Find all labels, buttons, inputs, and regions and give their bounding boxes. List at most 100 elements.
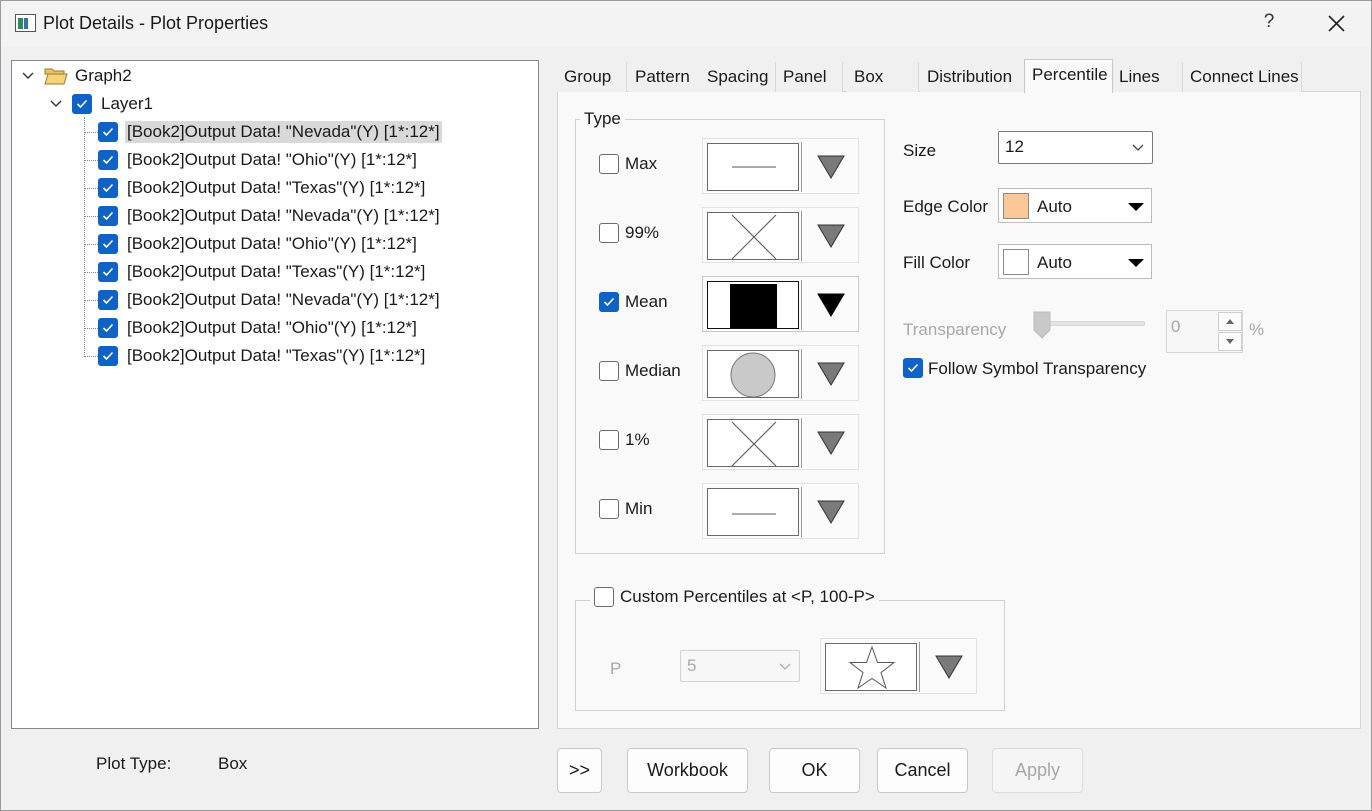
help-button[interactable]: ?: [1259, 11, 1279, 33]
p1-checkbox[interactable]: [599, 430, 619, 450]
mean-label: Mean: [625, 292, 668, 311]
tree-item-checkbox[interactable]: [98, 178, 118, 198]
follow-symbol-checkbox[interactable]: [903, 358, 923, 378]
tree-item[interactable]: [Book2]Output Data! "Ohio"(Y) [1*:12*]: [98, 231, 419, 257]
dropdown-arrow-icon: [817, 431, 845, 455]
chevron-down-icon[interactable]: [20, 68, 36, 84]
tree-item-label: [Book2]Output Data! "Texas"(Y) [1*:12*]: [127, 262, 426, 281]
transparency-unit: %: [1249, 320, 1265, 339]
mean-checkbox[interactable]: [599, 292, 619, 312]
max-checkbox[interactable]: [599, 154, 619, 174]
min-symbol-button[interactable]: [702, 483, 859, 539]
transparency-label: Transparency: [903, 320, 1007, 339]
checkmark-icon: [907, 363, 919, 373]
tree-item[interactable]: [Book2]Output Data! "Texas"(Y) [1*:12*]: [98, 175, 427, 201]
edge-color-label: Edge Color: [903, 197, 989, 216]
apply-button[interactable]: Apply: [992, 748, 1083, 793]
custom-percentiles-checkbox[interactable]: [594, 587, 614, 607]
tree-node-layer[interactable]: Layer1: [48, 91, 155, 117]
x-cross-symbol-icon: [707, 419, 799, 467]
spin-up-button[interactable]: [1218, 312, 1242, 331]
transparency-spinbox[interactable]: 0: [1166, 310, 1243, 353]
cancel-button[interactable]: Cancel: [877, 748, 968, 793]
arrow-down-icon: [1226, 339, 1234, 344]
tab-group[interactable]: Group: [557, 62, 627, 92]
fill-color-swatch: [1003, 249, 1029, 275]
tree-item-checkbox[interactable]: [98, 290, 118, 310]
tree-item-label: [Book2]Output Data! "Texas"(Y) [1*:12*]: [127, 178, 426, 197]
tree-item[interactable]: [Book2]Output Data! "Texas"(Y) [1*:12*]: [98, 343, 427, 369]
fill-color-value: Auto: [1037, 253, 1072, 272]
dropdown-arrow-icon: [817, 293, 845, 317]
p1-symbol-button[interactable]: [702, 414, 859, 470]
tree-item-label: [Book2]Output Data! "Nevada"(Y) [1*:12*]: [125, 121, 442, 143]
chevron-down-icon[interactable]: [48, 96, 64, 112]
tree-item[interactable]: [Book2]Output Data! "Nevada"(Y) [1*:12*]: [98, 203, 442, 229]
tree-item-label: [Book2]Output Data! "Nevada"(Y) [1*:12*]: [127, 206, 440, 225]
custom-percentiles-header: Custom Percentiles at <P, 100-P>: [590, 587, 879, 607]
transparency-slider-thumb[interactable]: [1033, 311, 1051, 339]
checkmark-icon: [102, 155, 114, 165]
tab-connect-lines[interactable]: Connect Lines: [1183, 62, 1302, 92]
tab-panel[interactable]: Panel: [776, 62, 843, 92]
circle-symbol-icon: [707, 350, 799, 398]
tab-spacing[interactable]: Spacing: [700, 62, 776, 92]
fill-color-picker[interactable]: Auto: [998, 244, 1152, 279]
tree-item-label: [Book2]Output Data! "Ohio"(Y) [1*:12*]: [127, 318, 417, 337]
p-combo[interactable]: 5: [680, 650, 800, 682]
dropdown-arrow-icon: [817, 500, 845, 524]
tree-item-checkbox[interactable]: [98, 346, 118, 366]
type-row-median: Median: [599, 345, 861, 401]
tab-percentile[interactable]: Percentile: [1024, 59, 1113, 93]
p99-checkbox[interactable]: [599, 223, 619, 243]
max-symbol-button[interactable]: [702, 138, 859, 194]
transparency-slider-track[interactable]: [1041, 321, 1145, 326]
tree-item-checkbox[interactable]: [98, 206, 118, 226]
tree-item-checkbox[interactable]: [98, 234, 118, 254]
plot-details-dialog: Plot Details - Plot Properties ? Graph2 …: [0, 0, 1372, 811]
edge-color-picker[interactable]: Auto: [998, 188, 1152, 223]
checkmark-icon: [102, 295, 114, 305]
mean-symbol-button[interactable]: [702, 276, 859, 332]
tab-pattern[interactable]: Pattern: [628, 62, 701, 92]
custom-symbol-button[interactable]: [820, 638, 977, 694]
p99-symbol-button[interactable]: [702, 207, 859, 263]
tab-lines[interactable]: Lines: [1112, 62, 1183, 92]
plot-tree[interactable]: Graph2 Layer1 [Book2]Output Data! "Nevad…: [11, 60, 539, 729]
app-icon: [15, 14, 36, 32]
checkmark-icon: [102, 127, 114, 137]
plot-type-label: Plot Type:: [96, 754, 172, 773]
size-combo[interactable]: 12: [998, 131, 1153, 164]
tree-item-checkbox[interactable]: [98, 262, 118, 282]
window-title: Plot Details - Plot Properties: [43, 13, 269, 33]
layer-checkbox[interactable]: [72, 94, 92, 114]
median-symbol-button[interactable]: [702, 345, 859, 401]
checkmark-icon: [102, 239, 114, 249]
tab-box[interactable]: Box: [847, 62, 919, 92]
tree-item-checkbox[interactable]: [98, 150, 118, 170]
median-checkbox[interactable]: [599, 361, 619, 381]
expand-button[interactable]: >>: [557, 748, 602, 793]
tree-item-checkbox[interactable]: [98, 122, 118, 142]
plot-type-value: Box: [218, 754, 248, 773]
checkmark-icon: [76, 99, 88, 109]
tree-item[interactable]: [Book2]Output Data! "Nevada"(Y) [1*:12*]: [98, 119, 442, 145]
x-cross-symbol-icon: [707, 212, 799, 260]
tree-item[interactable]: [Book2]Output Data! "Ohio"(Y) [1*:12*]: [98, 315, 419, 341]
filled-square-symbol-icon: [707, 281, 799, 329]
tab-distribution[interactable]: Distribution: [920, 62, 1025, 92]
workbook-button[interactable]: Workbook: [627, 748, 748, 793]
median-label: Median: [625, 361, 681, 380]
p1-label: 1%: [625, 430, 650, 449]
tree-item[interactable]: [Book2]Output Data! "Nevada"(Y) [1*:12*]: [98, 287, 442, 313]
dropdown-arrow-icon: [817, 155, 845, 179]
tree-node-graph[interactable]: Graph2: [20, 63, 134, 89]
spin-down-button[interactable]: [1218, 332, 1242, 351]
tree-item[interactable]: [Book2]Output Data! "Ohio"(Y) [1*:12*]: [98, 147, 419, 173]
close-button[interactable]: [1323, 7, 1351, 39]
p99-label: 99%: [625, 223, 660, 242]
tree-item-checkbox[interactable]: [98, 318, 118, 338]
tree-item[interactable]: [Book2]Output Data! "Texas"(Y) [1*:12*]: [98, 259, 427, 285]
ok-button[interactable]: OK: [769, 748, 860, 793]
min-checkbox[interactable]: [599, 499, 619, 519]
